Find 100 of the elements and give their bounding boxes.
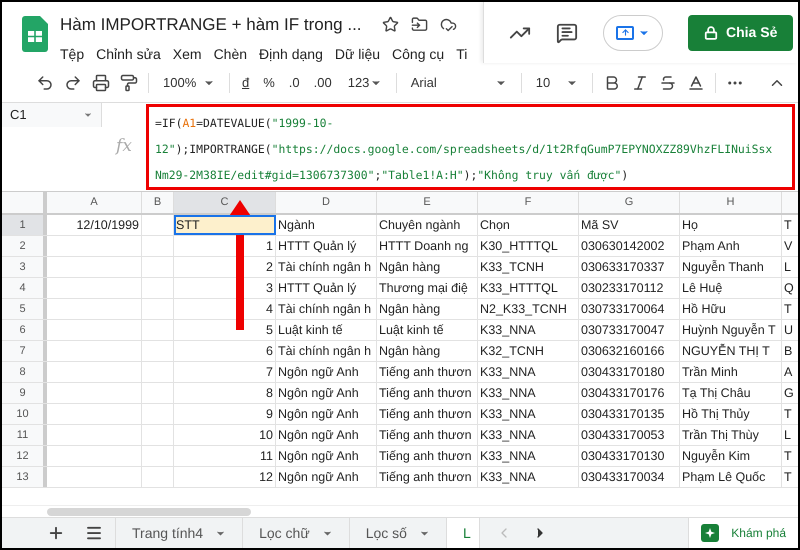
row-header[interactable]: 7: [2, 341, 47, 361]
table-cell[interactable]: Ngôn ngữ Anh: [276, 467, 377, 487]
table-cell[interactable]: Tiếng anh thươn: [377, 383, 478, 403]
decrease-decimal-button[interactable]: .0: [286, 72, 302, 92]
table-cell[interactable]: 12: [174, 467, 276, 487]
table-cell[interactable]: N2_K33_TCNH: [478, 299, 579, 319]
table-cell[interactable]: K33_NNA: [478, 446, 579, 466]
all-sheets-icon[interactable]: [85, 524, 103, 542]
table-cell[interactable]: Tài chính ngân h: [276, 341, 377, 361]
table-cell[interactable]: Tiếng anh thươn: [377, 404, 478, 424]
table-cell[interactable]: Ngân hàng: [377, 257, 478, 277]
font-size-dropdown[interactable]: 10: [532, 68, 582, 96]
table-cell[interactable]: Huỳnh Nguyễn T: [680, 320, 782, 340]
menu-item[interactable]: Chèn: [214, 44, 248, 63]
print-icon[interactable]: [92, 74, 110, 92]
table-cell[interactable]: K33_TCNH: [478, 257, 579, 277]
table-cell[interactable]: K33_NNA: [478, 383, 579, 403]
table-cell[interactable]: 030433170176: [579, 383, 680, 403]
redo-icon[interactable]: [64, 74, 82, 92]
table-cell[interactable]: Hồ Hữu: [680, 299, 782, 319]
comment-icon[interactable]: [556, 22, 578, 44]
table-cell[interactable]: K33_HTTTQL: [478, 278, 579, 298]
menu-item[interactable]: Tệp: [60, 44, 84, 63]
table-cell[interactable]: 030733170064: [579, 299, 680, 319]
selected-cell[interactable]: STT: [174, 215, 276, 235]
row-header[interactable]: 5: [2, 299, 47, 319]
table-cell[interactable]: K33_NNA: [478, 404, 579, 424]
table-cell[interactable]: T: [782, 215, 798, 235]
table-cell[interactable]: Q: [782, 278, 798, 298]
table-cell[interactable]: 030433170053: [579, 425, 680, 445]
row-header[interactable]: 1: [2, 215, 47, 235]
table-cell[interactable]: 030433170180: [579, 362, 680, 382]
font-dropdown[interactable]: Arial: [406, 68, 511, 96]
table-cell[interactable]: Thương mại điệ: [377, 278, 478, 298]
table-cell[interactable]: Ngân hàng: [377, 299, 478, 319]
table-cell[interactable]: Tài chính ngân h: [276, 299, 377, 319]
table-cell[interactable]: HTTT Doanh ng: [377, 236, 478, 256]
table-cell[interactable]: K33_NNA: [478, 425, 579, 445]
column-header[interactable]: C: [174, 192, 276, 213]
table-cell[interactable]: Chọn: [478, 215, 579, 235]
column-header[interactable]: D: [276, 192, 377, 213]
table-cell[interactable]: Mã SV: [579, 215, 680, 235]
table-cell[interactable]: K32_TCNH: [478, 341, 579, 361]
menu-item[interactable]: Chỉnh sửa: [96, 44, 161, 63]
table-cell[interactable]: B: [782, 341, 798, 361]
currency-button[interactable]: đ: [240, 72, 252, 92]
table-cell[interactable]: K33_NNA: [478, 320, 579, 340]
paint-format-icon[interactable]: [120, 74, 138, 92]
percent-button[interactable]: %: [261, 72, 277, 92]
strikethrough-icon[interactable]: [658, 74, 677, 92]
add-sheet-icon[interactable]: [47, 524, 65, 542]
table-cell[interactable]: HTTT Quản lý: [276, 278, 377, 298]
table-cell[interactable]: V: [782, 236, 798, 256]
table-cell[interactable]: Ngôn ngữ Anh: [276, 404, 377, 424]
row-header[interactable]: 2: [2, 236, 47, 256]
sheet-tab[interactable]: L: [446, 518, 479, 548]
table-cell[interactable]: Trần Minh: [680, 362, 782, 382]
table-cell[interactable]: Tạ Thị Châu: [680, 383, 782, 403]
star-icon[interactable]: [382, 16, 399, 34]
table-cell[interactable]: 030630142002: [579, 236, 680, 256]
column-header[interactable]: H: [680, 192, 782, 213]
table-cell[interactable]: Luật kinh tế: [276, 320, 377, 340]
table-cell[interactable]: L: [782, 425, 798, 445]
table-cell[interactable]: Tiếng anh thươn: [377, 425, 478, 445]
horizontal-scrollbar[interactable]: [47, 508, 251, 516]
column-header[interactable]: F: [478, 192, 579, 213]
row-header[interactable]: 10: [2, 404, 47, 424]
row-header[interactable]: 4: [2, 278, 47, 298]
share-button[interactable]: Chia Sẻ: [688, 14, 794, 50]
table-cell[interactable]: Tài chính ngân h: [276, 257, 377, 277]
table-cell[interactable]: Chuyên ngành: [377, 215, 478, 235]
table-cell[interactable]: Họ: [680, 215, 782, 235]
table-cell[interactable]: 6: [174, 341, 276, 361]
table-cell[interactable]: Phạm Anh: [680, 236, 782, 256]
table-cell[interactable]: T: [782, 299, 798, 319]
menu-item[interactable]: Công cụ: [392, 44, 444, 63]
table-cell[interactable]: K33_NNA: [478, 362, 579, 382]
row-header[interactable]: 11: [2, 425, 47, 445]
table-cell[interactable]: Nguyễn Kim: [680, 446, 782, 466]
sheet-tab[interactable]: Trang tính4: [115, 518, 242, 548]
present-button[interactable]: [603, 14, 663, 50]
table-cell[interactable]: K30_HTTTQL: [478, 236, 579, 256]
text-color-icon[interactable]: [686, 74, 705, 92]
table-cell[interactable]: 12/10/1999: [47, 215, 142, 235]
table-cell[interactable]: 030233170112: [579, 278, 680, 298]
explore-button[interactable]: Khám phá: [688, 518, 798, 548]
table-cell[interactable]: 030632160166: [579, 341, 680, 361]
document-title[interactable]: Hàm IMPORTRANGE + hàm IF trong ...: [60, 12, 362, 38]
sheets-logo[interactable]: [22, 16, 48, 52]
table-cell[interactable]: Lê Huệ: [680, 278, 782, 298]
column-header[interactable]: A: [47, 192, 142, 213]
table-cell[interactable]: 030433170130: [579, 446, 680, 466]
table-cell[interactable]: Ngôn ngữ Anh: [276, 362, 377, 382]
zoom-dropdown[interactable]: 100%: [159, 68, 219, 96]
table-cell[interactable]: U: [782, 320, 798, 340]
row-header[interactable]: 8: [2, 362, 47, 382]
increase-decimal-button[interactable]: .00: [312, 72, 334, 92]
table-cell[interactable]: G: [782, 383, 798, 403]
table-cell[interactable]: Ngôn ngữ Anh: [276, 383, 377, 403]
table-cell[interactable]: Phạm Lê Quốc: [680, 467, 782, 487]
